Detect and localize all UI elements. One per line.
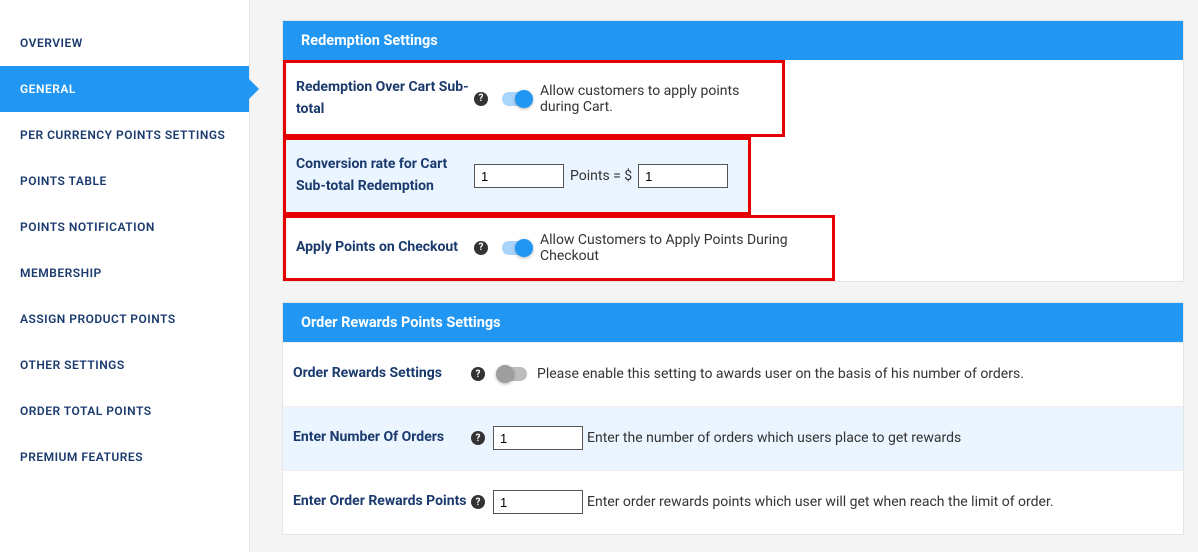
row-apply-checkout: Apply Points on Checkout ? Allow Custome… — [283, 215, 835, 281]
panel-header-order-rewards: Order Rewards Points Settings — [283, 303, 1183, 342]
label-conversion-middle: Points = $ — [570, 168, 632, 184]
row-conversion-rate: Conversion rate for Cart Sub-total Redem… — [283, 137, 751, 214]
row-num-orders: Enter Number Of Orders ? Enter the numbe… — [283, 406, 1183, 470]
sidebar-item-points-notification[interactable]: POINTS NOTIFICATION — [0, 204, 249, 250]
sidebar-item-overview[interactable]: OVERVIEW — [0, 20, 249, 66]
panel-redemption-settings: Redemption Settings Redemption Over Cart… — [282, 20, 1184, 282]
sidebar-item-per-currency[interactable]: PER CURRENCY POINTS SETTINGS — [0, 112, 249, 158]
label-order-rewards-enable: Order Rewards Settings — [293, 363, 471, 385]
desc-reward-points: Enter order rewards points which user wi… — [587, 494, 1054, 510]
main-content: Redemption Settings Redemption Over Cart… — [250, 0, 1198, 552]
help-icon[interactable]: ? — [471, 431, 485, 445]
panel-header-redemption: Redemption Settings — [283, 21, 1183, 60]
row-redemption-over-cart: Redemption Over Cart Sub-total ? Allow c… — [283, 60, 785, 137]
sidebar-item-order-total[interactable]: ORDER TOTAL POINTS — [0, 388, 249, 434]
input-conversion-points[interactable] — [474, 164, 564, 188]
panel-order-rewards: Order Rewards Points Settings Order Rewa… — [282, 302, 1184, 535]
sidebar-item-membership[interactable]: MEMBERSHIP — [0, 250, 249, 296]
input-reward-points[interactable] — [493, 490, 583, 514]
desc-num-orders: Enter the number of orders which users p… — [587, 430, 961, 446]
help-icon[interactable]: ? — [474, 92, 488, 106]
toggle-apply-checkout[interactable] — [502, 241, 530, 255]
desc-order-rewards-enable: Please enable this setting to awards use… — [537, 366, 1024, 382]
sidebar-item-general[interactable]: GENERAL — [0, 66, 249, 112]
sidebar-item-points-table[interactable]: POINTS TABLE — [0, 158, 249, 204]
row-order-rewards-enable: Order Rewards Settings ? Please enable t… — [283, 342, 1183, 406]
help-icon[interactable]: ? — [471, 495, 485, 509]
desc-redemption-over-cart: Allow customers to apply points during C… — [540, 83, 772, 115]
input-num-orders[interactable] — [493, 426, 583, 450]
toggle-redemption-over-cart[interactable] — [502, 92, 530, 106]
row-reward-points: Enter Order Rewards Points ? Enter order… — [283, 470, 1183, 534]
input-conversion-dollars[interactable] — [638, 164, 728, 188]
help-icon[interactable]: ? — [474, 241, 488, 255]
sidebar-item-premium[interactable]: PREMIUM FEATURES — [0, 434, 249, 480]
sidebar: OVERVIEW GENERAL PER CURRENCY POINTS SET… — [0, 0, 250, 552]
label-reward-points: Enter Order Rewards Points — [293, 491, 471, 513]
help-icon[interactable]: ? — [471, 367, 485, 381]
label-num-orders: Enter Number Of Orders — [293, 427, 471, 449]
sidebar-item-other[interactable]: OTHER SETTINGS — [0, 342, 249, 388]
sidebar-item-assign-product[interactable]: ASSIGN PRODUCT POINTS — [0, 296, 249, 342]
desc-apply-checkout: Allow Customers to Apply Points During C… — [540, 232, 822, 264]
toggle-order-rewards-enable[interactable] — [499, 367, 527, 381]
label-apply-checkout: Apply Points on Checkout — [296, 237, 474, 259]
label-redemption-over-cart: Redemption Over Cart Sub-total — [296, 77, 474, 120]
label-conversion-rate: Conversion rate for Cart Sub-total Redem… — [296, 154, 474, 197]
